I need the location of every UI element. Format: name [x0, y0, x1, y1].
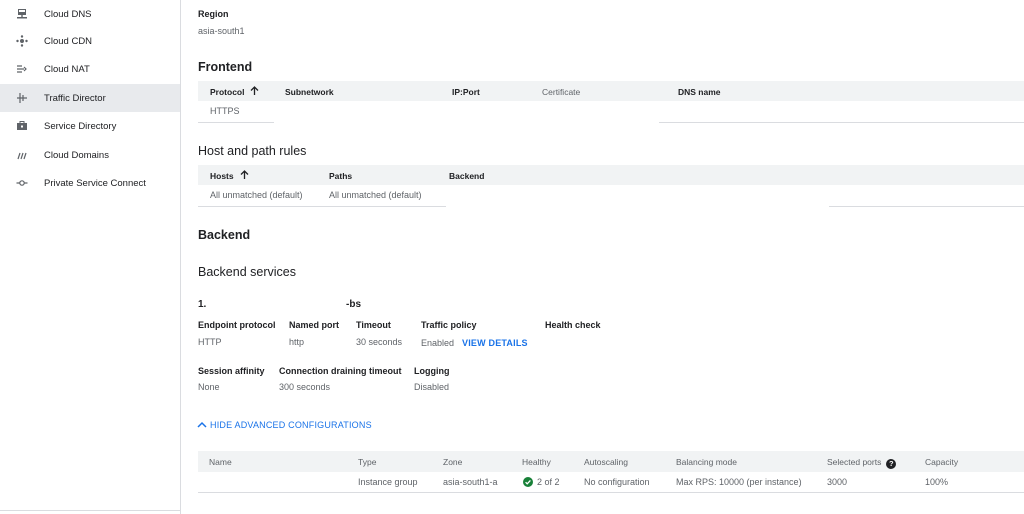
sidebar: Cloud DNS Cloud CDN Cloud NAT Traffic Di…	[0, 0, 181, 514]
region-value: asia-south1	[198, 26, 245, 36]
view-details-link[interactable]: VIEW DETAILS	[462, 338, 528, 348]
healthy-cell: 2 of 2	[523, 477, 560, 487]
protocol-column-header[interactable]: Protocol	[210, 86, 259, 98]
logging-label: Logging	[414, 366, 450, 376]
backend-column-header: Backend	[449, 171, 485, 181]
subnetwork-column-header: Subnetwork	[285, 87, 334, 97]
service-directory-icon	[15, 119, 29, 133]
backend-table-row-divider	[198, 492, 1024, 493]
backend-service-name: -bs	[346, 299, 361, 310]
host-path-table-header: Hosts Paths Backend	[198, 165, 1024, 185]
traffic-policy-label: Traffic policy	[421, 320, 477, 330]
sidebar-divider	[0, 510, 180, 511]
session-affinity-label: Session affinity	[198, 366, 265, 376]
selected-ports-column-header: Selected ports?	[827, 457, 897, 469]
cloud-domains-icon	[15, 148, 29, 162]
sidebar-item-cloud-dns[interactable]: Cloud DNS	[0, 0, 180, 28]
sidebar-item-cloud-cdn[interactable]: Cloud CDN	[0, 27, 180, 55]
hosts-column-header[interactable]: Hosts	[210, 170, 249, 182]
named-port-label: Named port	[289, 320, 340, 330]
capacity-column-header: Capacity	[925, 457, 959, 467]
certificate-column-header: Certificate	[542, 87, 581, 97]
type-cell: Instance group	[358, 477, 418, 487]
health-check-label: Health check	[545, 320, 601, 330]
sidebar-item-private-service-connect[interactable]: Private Service Connect	[0, 169, 180, 197]
private-service-connect-icon	[15, 176, 29, 190]
help-icon[interactable]: ?	[886, 459, 897, 469]
sidebar-item-cloud-nat[interactable]: Cloud NAT	[0, 55, 180, 83]
connection-draining-value: 300 seconds	[279, 382, 331, 392]
balancing-mode-column-header: Balancing mode	[676, 457, 737, 467]
sidebar-item-label: Traffic Director	[44, 92, 106, 104]
capacity-cell: 100%	[925, 477, 949, 487]
connection-draining-label: Connection draining timeout	[279, 366, 402, 376]
traffic-policy-value: Enabled	[421, 338, 455, 348]
selected-ports-cell: 3000	[827, 477, 848, 487]
endpoint-protocol-label: Endpoint protocol	[198, 320, 276, 330]
sidebar-item-label: Service Directory	[44, 120, 117, 132]
sidebar-item-label: Cloud Domains	[44, 149, 109, 161]
region-label: Region	[198, 9, 229, 19]
sort-ascending-icon	[240, 170, 249, 182]
paths-column-header: Paths	[329, 171, 353, 181]
frontend-row-divider	[659, 122, 1024, 123]
host-path-row-divider	[829, 206, 1024, 207]
logging-value: Disabled	[414, 382, 450, 392]
named-port-value: http	[289, 337, 305, 347]
sidebar-item-label: Private Service Connect	[44, 177, 146, 189]
paths-cell: All unmatched (default)	[329, 190, 422, 200]
host-path-rules-title: Host and path rules	[198, 144, 307, 158]
hosts-cell: All unmatched (default)	[210, 190, 303, 200]
nat-icon	[15, 62, 29, 76]
endpoint-protocol-value: HTTP	[198, 337, 222, 347]
dns-icon	[15, 7, 29, 21]
sidebar-item-label: Cloud CDN	[44, 35, 93, 47]
timeout-label: Timeout	[356, 320, 391, 330]
healthy-column-header: Healthy	[522, 457, 551, 467]
session-affinity-value: None	[198, 382, 220, 392]
balancing-mode-cell: Max RPS: 10000 (per instance)	[676, 477, 802, 487]
frontend-title: Frontend	[198, 60, 253, 74]
backend-services-title: Backend services	[198, 265, 296, 279]
zone-cell: asia-south1-a	[443, 477, 498, 487]
chevron-up-icon	[197, 416, 207, 434]
frontend-row-divider	[198, 122, 274, 123]
host-path-row-divider	[198, 206, 446, 207]
check-circle-icon	[523, 477, 533, 487]
main-content: Region asia-south1 Frontend Protocol Sub…	[181, 0, 1024, 514]
autoscaling-column-header: Autoscaling	[584, 457, 628, 467]
autoscaling-cell: No configuration	[584, 477, 650, 487]
frontend-table-header: Protocol Subnetwork IP:Port Certificate …	[198, 81, 1024, 101]
sidebar-item-service-directory[interactable]: Service Directory	[0, 112, 180, 140]
ip-port-column-header: IP:Port	[452, 87, 480, 97]
sort-ascending-icon	[250, 86, 259, 98]
sidebar-item-cloud-domains[interactable]: Cloud Domains	[0, 141, 180, 169]
name-column-header: Name	[209, 457, 232, 467]
sidebar-item-label: Cloud DNS	[44, 8, 92, 20]
frontend-protocol-cell: HTTPS	[210, 106, 240, 116]
timeout-value: 30 seconds	[356, 337, 403, 347]
hide-advanced-configurations-button[interactable]: HIDE ADVANCED CONFIGURATIONS	[197, 415, 372, 434]
type-column-header: Type	[358, 457, 377, 467]
backend-title: Backend	[198, 228, 251, 242]
sidebar-item-traffic-director[interactable]: Traffic Director	[0, 84, 180, 112]
backend-service-index: 1.	[198, 299, 207, 310]
dns-name-column-header: DNS name	[678, 87, 721, 97]
backend-table-header: Name Type Zone Healthy Autoscaling Balan…	[198, 451, 1024, 472]
cdn-icon	[15, 34, 29, 48]
zone-column-header: Zone	[443, 457, 463, 467]
sidebar-item-label: Cloud NAT	[44, 63, 90, 75]
traffic-director-icon	[15, 91, 29, 105]
